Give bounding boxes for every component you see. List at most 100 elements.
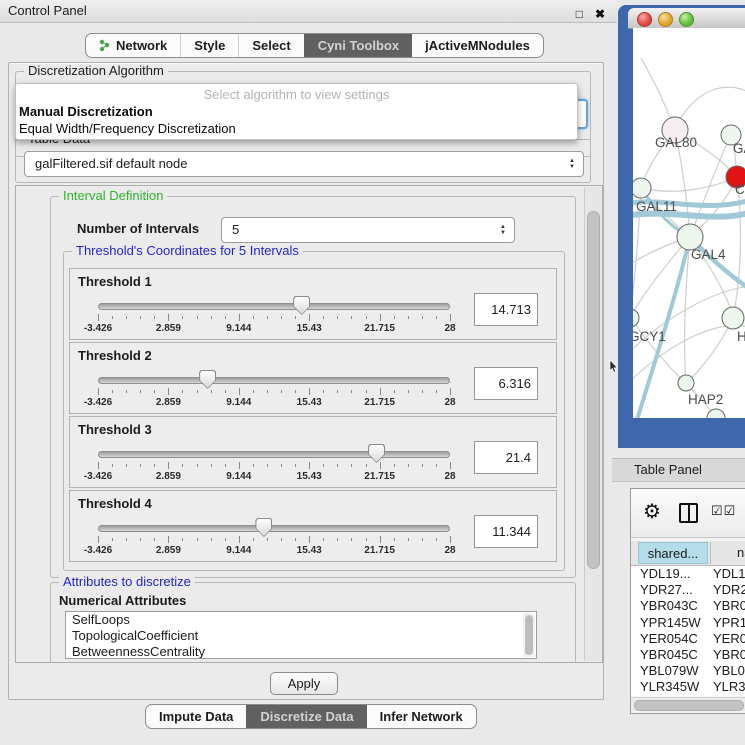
tick-label: 28 xyxy=(444,545,455,556)
threshold-slider[interactable]: -3.4262.8599.14415.4321.71528 xyxy=(98,517,450,559)
threshold-value-field[interactable]: 11.344 xyxy=(474,515,538,548)
option-manual-discretization[interactable]: Manual Discretization xyxy=(19,104,153,119)
table-row[interactable]: YBR043C YBR043C xyxy=(631,598,745,614)
ruler-tick xyxy=(408,538,409,541)
attribute-list-item[interactable]: SelfLoops xyxy=(66,612,536,628)
column-header-shared-name[interactable]: shared... xyxy=(638,542,708,564)
column-header-name[interactable]: name xyxy=(710,542,745,564)
close-icon[interactable]: ✖ xyxy=(595,3,605,25)
tab-select[interactable]: Select xyxy=(238,34,303,57)
table-cell[interactable]: YDL19... xyxy=(713,566,745,582)
ruler-tick xyxy=(126,464,127,467)
scrollbar-thumb[interactable] xyxy=(587,211,600,569)
network-node[interactable] xyxy=(678,375,694,391)
table-cell[interactable]: YBR045C xyxy=(713,647,745,663)
table-cell[interactable]: YBR043C xyxy=(713,598,745,614)
numerical-attributes-list[interactable]: SelfLoopsTopologicalCoefficientBetweenne… xyxy=(65,611,537,659)
tick-label: 28 xyxy=(444,397,455,408)
threshold-slider[interactable]: -3.4262.8599.14415.4321.71528 xyxy=(98,443,450,485)
tab-network[interactable]: Network xyxy=(86,34,180,57)
network-node[interactable] xyxy=(722,307,744,329)
slider-track[interactable] xyxy=(98,303,450,310)
tab-style[interactable]: Style xyxy=(180,34,238,57)
threshold-value-field[interactable]: 21.4 xyxy=(474,441,538,474)
attribute-list-item[interactable]: BetweennessCentrality xyxy=(66,644,536,659)
slider-thumb[interactable] xyxy=(368,444,385,463)
tab-infer-network[interactable]: Infer Network xyxy=(367,705,476,728)
vertical-scrollbar[interactable] xyxy=(584,187,601,661)
ruler-tick xyxy=(253,538,254,541)
columns-icon[interactable] xyxy=(679,503,698,523)
network-window-titlebar[interactable] xyxy=(628,8,745,29)
ruler-tick xyxy=(126,538,127,541)
select-columns-icon[interactable]: ☑☑ xyxy=(711,503,736,519)
table-cell[interactable]: YIL052C xyxy=(640,696,691,697)
threshold-slider[interactable]: -3.4262.8599.14415.4321.71528 xyxy=(98,369,450,411)
gear-icon[interactable]: ⚙ xyxy=(643,499,661,524)
tick-label: 21.715 xyxy=(364,471,395,482)
table-cell[interactable]: YER054C xyxy=(640,631,698,647)
network-node-label: H xyxy=(737,329,745,344)
tab-cyni-toolbox[interactable]: Cyni Toolbox xyxy=(304,34,412,57)
table-cell[interactable]: YPR145W xyxy=(640,615,701,631)
slider-thumb[interactable] xyxy=(255,518,272,537)
table-cell[interactable]: YDL19... xyxy=(640,566,691,582)
table-row[interactable]: YDL19... YDL19... xyxy=(631,566,745,582)
table-cell[interactable]: YLR345W xyxy=(713,679,745,695)
number-of-intervals-combobox[interactable]: 5 ▲▼ xyxy=(221,217,515,243)
table-cell[interactable]: YLR345W xyxy=(640,679,699,695)
close-traffic-light[interactable] xyxy=(637,12,652,27)
threshold-value-field[interactable]: 6.316 xyxy=(474,367,538,400)
table-row[interactable]: YER054C YER054C xyxy=(631,631,745,647)
minimize-traffic-light[interactable] xyxy=(658,12,673,27)
tab-discretize-data[interactable]: Discretize Data xyxy=(246,705,366,728)
slider-thumb[interactable] xyxy=(199,370,216,389)
slider-thumb[interactable] xyxy=(293,296,310,315)
ruler-tick xyxy=(98,388,99,395)
table-row[interactable]: YIL052C YIL052C xyxy=(631,696,745,697)
network-node[interactable] xyxy=(633,178,651,198)
network-canvas[interactable]: GAL80GACGAL11GAL4GCY1HHAP2 xyxy=(633,28,745,418)
table-cell[interactable]: YBR045C xyxy=(640,647,698,663)
float-window-icon[interactable]: □ xyxy=(576,3,583,25)
network-edge-thick[interactable] xyxy=(637,237,690,418)
network-node[interactable] xyxy=(633,309,639,327)
table-row[interactable]: YBR045C YBR045C xyxy=(631,647,745,663)
table-cell[interactable]: YPR145W xyxy=(713,615,745,631)
table-data-combobox[interactable]: galFiltered.sif default node ▲▼ xyxy=(24,151,584,177)
ruler-tick xyxy=(168,462,169,469)
table-row[interactable]: YPR145W YPR145W xyxy=(631,615,745,631)
slider-track[interactable] xyxy=(98,377,450,384)
table-cell[interactable]: YER054C xyxy=(713,631,745,647)
zoom-traffic-light[interactable] xyxy=(679,12,694,27)
ruler-tick xyxy=(366,316,367,319)
table-row[interactable]: YDR27... YDR27... xyxy=(631,582,745,598)
scrollbar-thumb[interactable] xyxy=(634,700,744,711)
network-edge[interactable] xyxy=(641,177,737,191)
tab-jactivemnodules[interactable]: jActiveMNodules xyxy=(412,34,543,57)
table-row[interactable]: YLR345W YLR345W xyxy=(631,679,745,695)
table-cell[interactable]: YDR27... xyxy=(640,582,693,598)
network-edge[interactable] xyxy=(733,177,740,318)
ruler-tick xyxy=(281,316,282,319)
attribute-list-item[interactable]: TopologicalCoefficient xyxy=(66,628,536,644)
slider-track[interactable] xyxy=(98,525,450,532)
table-row[interactable]: YBL079W YBL079W xyxy=(631,663,745,679)
option-equal-width-frequency[interactable]: Equal Width/Frequency Discretization xyxy=(19,121,236,136)
ruler-tick xyxy=(253,464,254,467)
table-cell[interactable]: YBL079W xyxy=(640,663,699,679)
slider-track[interactable] xyxy=(98,451,450,458)
table-cell[interactable]: YBL079W xyxy=(713,663,745,679)
network-node[interactable] xyxy=(707,409,725,418)
threshold-value-field[interactable]: 14.713 xyxy=(474,293,538,326)
scrollbar-thumb[interactable] xyxy=(525,615,533,655)
list-scrollbar[interactable] xyxy=(523,613,535,657)
table-cell[interactable]: YIL052C xyxy=(713,696,745,697)
tab-impute-data[interactable]: Impute Data xyxy=(146,705,246,728)
apply-button[interactable]: Apply xyxy=(270,672,338,695)
network-edge[interactable] xyxy=(686,318,733,383)
table-cell[interactable]: YDR27... xyxy=(713,582,745,598)
table-cell[interactable]: YBR043C xyxy=(640,598,698,614)
threshold-slider[interactable]: -3.4262.8599.14415.4321.71528 xyxy=(98,295,450,337)
horizontal-scrollbar[interactable] xyxy=(631,697,745,711)
